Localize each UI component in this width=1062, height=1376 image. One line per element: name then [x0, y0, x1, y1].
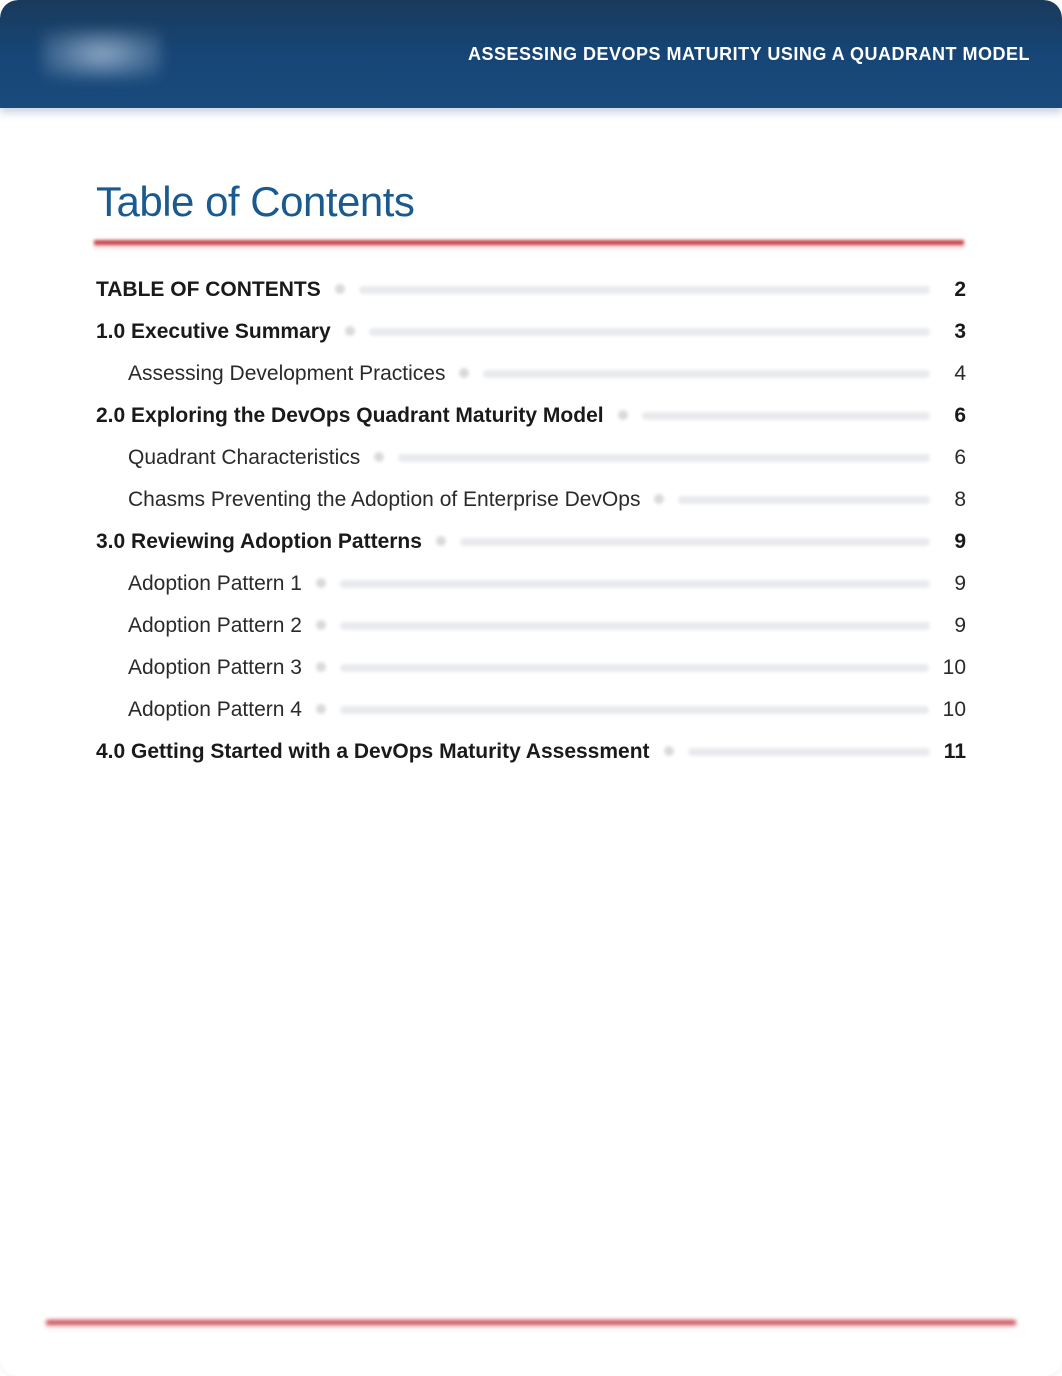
- toc-entry[interactable]: Quadrant Characteristics 6: [96, 446, 966, 470]
- toc-leader: [678, 496, 930, 504]
- toc-entry-label: Chasms Preventing the Adoption of Enterp…: [128, 488, 640, 512]
- page-wrapper: ASSESSING DEVOPS MATURITY USING A QUADRA…: [0, 0, 1062, 1376]
- footer-divider: [46, 1320, 1016, 1330]
- toc-leader-dot: [436, 536, 446, 546]
- toc-entry-label: 2.0 Exploring the DevOps Quadrant Maturi…: [96, 404, 604, 428]
- toc-entry[interactable]: Chasms Preventing the Adoption of Enterp…: [96, 488, 966, 512]
- toc-entry[interactable]: Adoption Pattern 2 9: [96, 614, 966, 638]
- toc-leader: [340, 622, 930, 630]
- toc-leader: [340, 706, 929, 714]
- header-title: ASSESSING DEVOPS MATURITY USING A QUADRA…: [468, 44, 1030, 65]
- toc-entry[interactable]: Adoption Pattern 3 10: [96, 656, 966, 680]
- toc-entry[interactable]: Assessing Development Practices 4: [96, 362, 966, 386]
- toc-entry[interactable]: TABLE OF CONTENTS 2: [96, 278, 966, 302]
- toc-leader-dot: [618, 410, 628, 420]
- toc-entry-label: Adoption Pattern 3: [128, 656, 302, 680]
- toc-entry-label: Adoption Pattern 2: [128, 614, 302, 638]
- toc-leader-dot: [654, 494, 664, 504]
- toc-leader: [483, 370, 930, 378]
- toc-list: TABLE OF CONTENTS 2 1.0 Executive Summary 3…: [96, 278, 966, 764]
- toc-entry-page: 10: [943, 698, 966, 722]
- toc-leader: [398, 454, 930, 462]
- toc-entry-page: 10: [943, 656, 966, 680]
- toc-leader-dot: [664, 746, 674, 756]
- toc-leader-dot: [316, 704, 326, 714]
- toc-entry-page: 9: [944, 572, 966, 596]
- toc-entry-page: 9: [944, 530, 966, 554]
- toc-entry[interactable]: 4.0 Getting Started with a DevOps Maturi…: [96, 740, 966, 764]
- content-area: Table of Contents TABLE OF CONTENTS 2 1.0 …: [0, 108, 1062, 764]
- toc-leader-dot: [316, 620, 326, 630]
- toc-leader: [359, 286, 930, 294]
- toc-entry-label: Quadrant Characteristics: [128, 446, 360, 470]
- toc-entry-label: Adoption Pattern 4: [128, 698, 302, 722]
- toc-entry-label: Adoption Pattern 1: [128, 572, 302, 596]
- toc-entry-page: 6: [944, 446, 966, 470]
- toc-heading: Table of Contents: [96, 178, 966, 226]
- toc-entry-page: 3: [944, 320, 966, 344]
- toc-entry-label: 4.0 Getting Started with a DevOps Maturi…: [96, 740, 650, 764]
- toc-entry-page: 9: [944, 614, 966, 638]
- toc-entry-page: 6: [944, 404, 966, 428]
- toc-entry-page: 4: [944, 362, 966, 386]
- toc-entry[interactable]: Adoption Pattern 4 10: [96, 698, 966, 722]
- toc-entry[interactable]: 1.0 Executive Summary 3: [96, 320, 966, 344]
- header-banner: ASSESSING DEVOPS MATURITY USING A QUADRA…: [0, 0, 1062, 108]
- toc-entry[interactable]: 3.0 Reviewing Adoption Patterns 9: [96, 530, 966, 554]
- toc-leader-dot: [345, 326, 355, 336]
- toc-leader-dot: [459, 368, 469, 378]
- toc-leader: [340, 580, 930, 588]
- toc-leader: [369, 328, 930, 336]
- toc-leader: [642, 412, 930, 420]
- toc-entry-page: 11: [944, 740, 966, 764]
- toc-entry[interactable]: 2.0 Exploring the DevOps Quadrant Maturi…: [96, 404, 966, 428]
- toc-entry-label: TABLE OF CONTENTS: [96, 278, 321, 302]
- toc-entry-page: 8: [944, 488, 966, 512]
- toc-leader: [688, 748, 930, 756]
- toc-leader: [460, 538, 930, 546]
- toc-leader-dot: [374, 452, 384, 462]
- logo-icon: [42, 29, 162, 79]
- toc-entry-label: 1.0 Executive Summary: [96, 320, 331, 344]
- toc-entry-label: Assessing Development Practices: [128, 362, 445, 386]
- toc-entry-label: 3.0 Reviewing Adoption Patterns: [96, 530, 422, 554]
- heading-divider: [94, 240, 964, 250]
- toc-leader-dot: [335, 284, 345, 294]
- toc-leader-dot: [316, 662, 326, 672]
- toc-leader: [340, 664, 929, 672]
- toc-leader-dot: [316, 578, 326, 588]
- toc-entry-page: 2: [944, 278, 966, 302]
- toc-entry[interactable]: Adoption Pattern 1 9: [96, 572, 966, 596]
